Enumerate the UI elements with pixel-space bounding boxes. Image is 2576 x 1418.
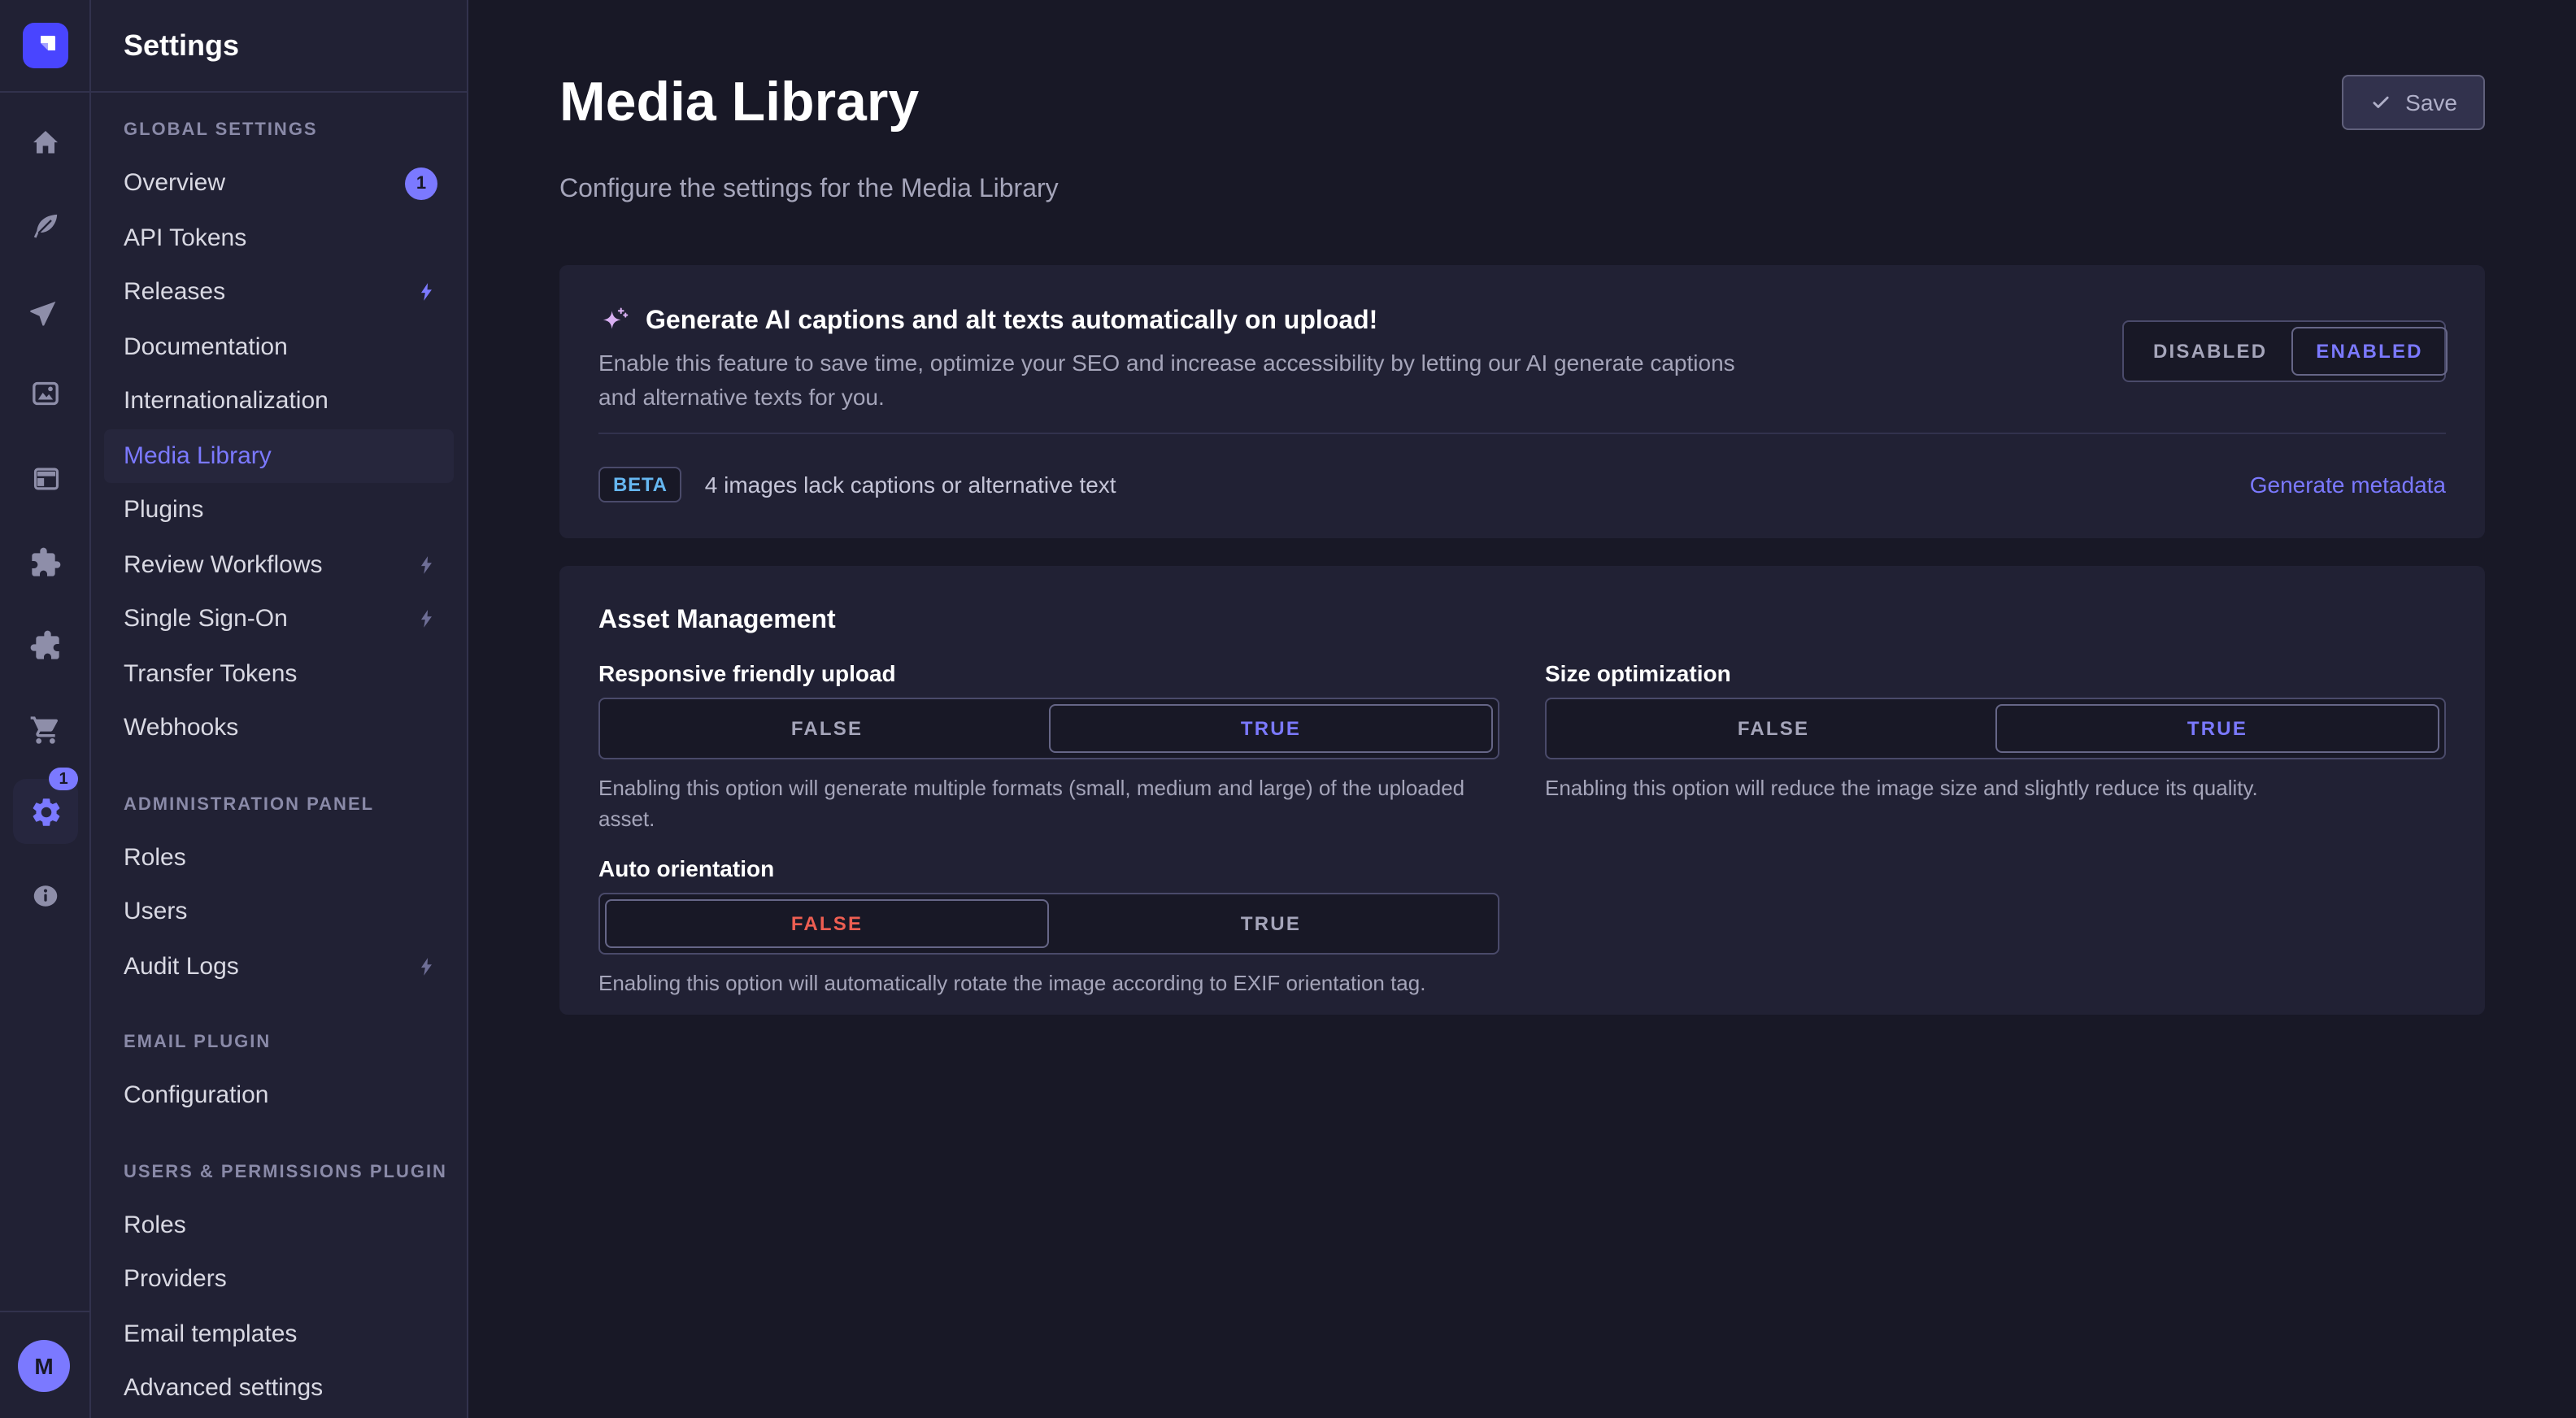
- field-label: Auto orientation: [598, 855, 1499, 883]
- page-subtitle: Configure the settings for the Media Lib…: [559, 174, 2485, 207]
- sidebar-item-admin-roles[interactable]: Roles: [104, 830, 454, 885]
- generate-metadata-link[interactable]: Generate metadata: [2250, 472, 2446, 498]
- images-icon: [29, 377, 62, 410]
- rail-item-content-manager[interactable]: [16, 197, 75, 255]
- app-window: 1 M Settings GLOBAL SETTINGS Overview 1: [0, 0, 2576, 1418]
- section-heading: GLOBAL SETTINGS: [91, 114, 467, 146]
- beta-badge: BETA: [598, 467, 682, 502]
- sidebar-item-documentation[interactable]: Documentation: [104, 320, 454, 374]
- rail-header: [0, 0, 89, 93]
- rail-item-media-library[interactable]: [16, 364, 75, 423]
- field-description: Enabling this option will automatically …: [598, 968, 1499, 998]
- sidebar-section-email-plugin: EMAIL PLUGIN Configuration: [91, 1026, 467, 1123]
- ai-card-title: Generate AI captions and alt texts autom…: [646, 304, 1377, 340]
- size-optimization-toggle: FALSE TRUE: [1545, 698, 2446, 759]
- sidebar-item-plugins[interactable]: Plugins: [104, 483, 454, 537]
- ai-captions-card: Generate AI captions and alt texts autom…: [559, 265, 2485, 538]
- field-label: Responsive friendly upload: [598, 660, 1499, 688]
- rail-divider: [0, 1311, 89, 1312]
- sidebar-section-users-permissions-plugin: USERS & PERMISSIONS PLUGIN Roles Provide…: [91, 1155, 467, 1416]
- sidebar-item-transfer-tokens[interactable]: Transfer Tokens: [104, 646, 454, 701]
- asset-management-card: Asset Management Responsive friendly upl…: [559, 566, 2485, 1015]
- feather-icon: [29, 210, 62, 242]
- settings-sidebar: Settings GLOBAL SETTINGS Overview 1 API …: [91, 0, 468, 1418]
- toggle-false-option[interactable]: FALSE: [605, 899, 1049, 948]
- sidebar-item-single-sign-on[interactable]: Single Sign-On: [104, 592, 454, 646]
- sidebar-item-audit-logs[interactable]: Audit Logs: [104, 939, 454, 994]
- asset-management-title: Asset Management: [598, 605, 2446, 637]
- ai-enabled-toggle: DISABLED ENABLED: [2122, 320, 2446, 382]
- section-heading: EMAIL PLUGIN: [91, 1026, 467, 1059]
- sidebar-section-administration-panel: ADMINISTRATION PANEL Roles Users Audit L…: [91, 788, 467, 994]
- sidebar-title: Settings: [124, 28, 239, 63]
- ai-toggle-disabled-option[interactable]: DISABLED: [2129, 327, 2291, 376]
- ai-toggle-enabled-option[interactable]: ENABLED: [2291, 327, 2447, 376]
- auto-orientation-toggle: FALSE TRUE: [598, 893, 1499, 955]
- field-label: Size optimization: [1545, 660, 2446, 688]
- lightning-icon: [416, 282, 437, 303]
- page-title: Media Library: [559, 68, 2485, 137]
- sidebar-section-global-settings: GLOBAL SETTINGS Overview 1 API Tokens Re…: [91, 114, 467, 755]
- sidebar-item-users[interactable]: Users: [104, 885, 454, 939]
- sidebar-item-api-tokens[interactable]: API Tokens: [104, 211, 454, 265]
- card-divider: [598, 433, 2446, 434]
- ai-card-description: Enable this feature to save time, optimi…: [598, 346, 1769, 415]
- overview-count-badge: 1: [405, 167, 437, 200]
- toggle-true-option[interactable]: TRUE: [1049, 899, 1493, 948]
- info-icon: [31, 881, 60, 911]
- sidebar-item-review-workflows[interactable]: Review Workflows: [104, 537, 454, 592]
- puzzle-alt-icon: [29, 629, 62, 662]
- toggle-false-option[interactable]: FALSE: [1551, 704, 1995, 753]
- sidebar-item-up-roles[interactable]: Roles: [104, 1198, 454, 1252]
- strapi-logo-fold: [41, 43, 48, 50]
- sidebar-item-overview[interactable]: Overview 1: [104, 156, 454, 211]
- gear-icon: [28, 794, 63, 829]
- responsive-friendly-upload-toggle: FALSE TRUE: [598, 698, 1499, 759]
- lightning-icon: [416, 609, 437, 630]
- section-heading: USERS & PERMISSIONS PLUGIN: [91, 1155, 467, 1188]
- auto-orientation-field: Auto orientation FALSE TRUE Enabling thi…: [598, 855, 1499, 998]
- check-icon: [2369, 91, 2392, 114]
- user-avatar[interactable]: M: [18, 1340, 70, 1392]
- main-content: Media Library Configure the settings for…: [468, 0, 2576, 1418]
- strapi-logo[interactable]: [23, 23, 68, 68]
- settings-sidebar-header: Settings: [91, 0, 467, 93]
- sparkle-icon: [598, 307, 629, 337]
- rail-item-releases[interactable]: [16, 281, 75, 340]
- sidebar-item-email-templates[interactable]: Email templates: [104, 1307, 454, 1361]
- sidebar-item-configuration[interactable]: Configuration: [104, 1068, 454, 1123]
- cart-icon: [29, 713, 62, 746]
- save-button[interactable]: Save: [2342, 75, 2485, 130]
- sidebar-item-internationalization[interactable]: Internationalization: [104, 374, 454, 428]
- missing-captions-status: 4 images lack captions or alternative te…: [705, 472, 1116, 498]
- field-description: Enabling this option will generate multi…: [598, 772, 1499, 834]
- size-optimization-field: Size optimization FALSE TRUE Enabling th…: [1545, 660, 2446, 834]
- lightning-icon: [416, 555, 437, 576]
- sidebar-item-advanced-settings[interactable]: Advanced settings: [104, 1361, 454, 1416]
- rail-item-information[interactable]: [16, 867, 75, 925]
- rail-item-home[interactable]: [16, 114, 75, 172]
- rail-item-content-type-builder[interactable]: [16, 449, 75, 507]
- sidebar-item-releases[interactable]: Releases: [104, 265, 454, 320]
- toggle-true-option[interactable]: TRUE: [1049, 704, 1493, 753]
- field-description: Enabling this option will reduce the ima…: [1545, 772, 2446, 803]
- toggle-true-option[interactable]: TRUE: [1995, 704, 2439, 753]
- responsive-friendly-upload-field: Responsive friendly upload FALSE TRUE En…: [598, 660, 1499, 834]
- lightning-icon: [416, 956, 437, 977]
- puzzle-icon: [29, 546, 62, 578]
- toggle-false-option[interactable]: FALSE: [605, 704, 1049, 753]
- main-nav-rail: 1 M: [0, 0, 91, 1418]
- sidebar-item-providers[interactable]: Providers: [104, 1252, 454, 1307]
- sidebar-item-media-library[interactable]: Media Library: [104, 428, 454, 483]
- home-icon: [29, 127, 62, 159]
- rail-item-plugins[interactable]: [16, 533, 75, 591]
- section-heading: ADMINISTRATION PANEL: [91, 788, 467, 820]
- rail-item-marketplace[interactable]: [16, 700, 75, 759]
- paper-plane-icon: [29, 294, 62, 327]
- sidebar-item-webhooks[interactable]: Webhooks: [104, 701, 454, 755]
- settings-notification-badge: 1: [49, 768, 78, 790]
- layout-icon: [30, 463, 61, 494]
- rail-item-purchase-plugins[interactable]: [16, 616, 75, 675]
